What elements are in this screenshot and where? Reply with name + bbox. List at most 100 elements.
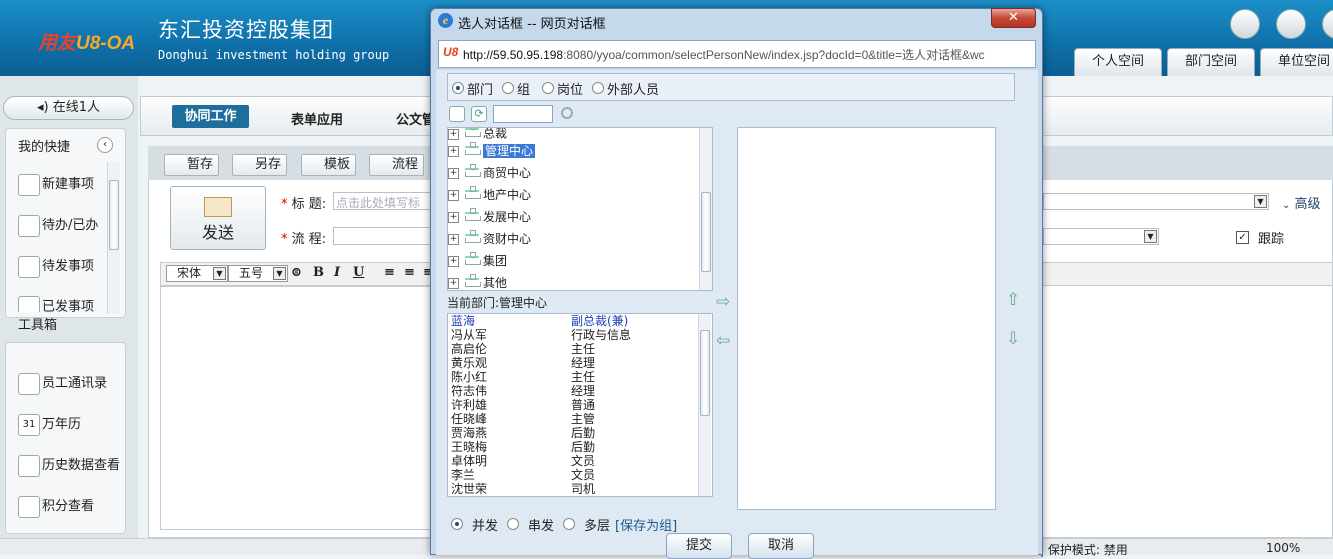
org-chart-icon [465,141,481,158]
nav-form-app[interactable]: 表单应用 [291,109,343,128]
person-scrollbar[interactable] [698,314,711,496]
search-icon[interactable] [561,107,573,119]
chevron-down-icon: ▼ [1254,195,1267,208]
tab-unit-space[interactable]: 单位空间 [1260,48,1333,76]
italic-button[interactable]: I [334,265,340,280]
selected-list[interactable] [737,127,996,510]
tool-history[interactable]: 历史数据查看 [18,454,120,478]
editor-body[interactable] [160,286,432,530]
tool-points[interactable]: 积分查看 [18,495,94,519]
expand-icon[interactable]: + [448,190,459,201]
font-family-select[interactable]: 宋体 ▼ [166,265,228,282]
search-input[interactable] [493,105,553,123]
person-role: 文员 [571,468,596,482]
expand-icon[interactable]: + [448,168,459,179]
tree-node[interactable]: + 集团 [448,251,507,271]
underline-button[interactable]: U [353,265,364,280]
person-name: 贾海燕 [451,426,488,440]
process-extra-select[interactable]: ▼ [1043,228,1159,245]
expand-icon[interactable]: + [448,256,459,267]
shortcut-scrollbar[interactable] [107,162,120,314]
tools-icon[interactable] [1276,9,1306,39]
font-size-select[interactable]: 五号 ▼ [228,265,288,282]
tree-node[interactable]: + 总裁 [448,128,507,140]
move-right-icon[interactable]: ⇨ [716,292,730,312]
mode-radio-serial[interactable] [507,518,519,530]
expand-icon[interactable]: + [448,146,459,157]
title-extra-select[interactable]: ▼ [1043,193,1269,210]
type-radio-department[interactable] [452,82,464,94]
org-tree-icon[interactable] [449,106,465,122]
tree-node[interactable]: + 管理中心 [448,141,536,161]
tree-scrollbar[interactable] [699,128,712,290]
align-center-button[interactable]: ≡ [404,265,415,280]
expand-icon[interactable]: + [448,128,459,140]
online-users-button[interactable]: ◂) 在线1人 [3,96,134,120]
person-name: 陈小红 [451,370,488,384]
tree-node-label: 管理中心 [483,144,536,158]
process-button[interactable]: 流程 [369,154,425,176]
org-chart-icon [465,207,481,224]
tool-calendar[interactable]: 31 万年历 [18,413,81,437]
close-button[interactable]: ✕ [991,8,1036,28]
tree-node-label: 资财中心 [483,232,532,246]
mode-label-serial: 串发 [528,519,555,534]
collapse-icon[interactable]: ‹ [97,137,113,153]
expand-icon[interactable]: + [448,212,459,223]
shortcut-sent[interactable]: 已发事项 [18,296,94,312]
cancel-button[interactable]: 取消 [748,533,814,559]
tree-node[interactable]: + 其他 [448,273,507,293]
chevron-down-icon: ▼ [213,267,226,280]
address-url: http://59.50.95.198:8080/yyoa/common/sel… [463,48,985,62]
align-left-button[interactable]: ≡ [384,265,395,280]
style-icon[interactable]: ⊜ [291,265,302,280]
save-draft-button[interactable]: 暂存 [164,154,220,176]
person-role: 后勤 [571,426,596,440]
type-radio-external[interactable] [592,82,604,94]
submit-button[interactable]: 提交 [666,533,732,559]
shortcut-todo[interactable]: 待办/已办 [18,214,98,238]
track-checkbox[interactable]: ✓ [1236,231,1249,244]
type-label-external: 外部人员 [607,83,660,98]
zoom-level[interactable]: 100% [1266,541,1300,555]
tab-personal-space[interactable]: 个人空间 [1074,48,1162,76]
chevron-down-icon: ⌄ [1282,200,1291,211]
expand-icon[interactable]: + [448,234,459,245]
save-as-group-link[interactable]: [保存为组] [615,515,677,534]
tree-node[interactable]: + 发展中心 [448,207,531,227]
person-role: 行政与信息 [571,328,632,342]
type-radio-group[interactable] [502,82,514,94]
move-left-icon[interactable]: ⇦ [716,331,730,351]
person-role: 主任 [571,370,596,384]
tool-contacts[interactable]: 员工通讯录 [18,372,107,396]
refresh-tree-icon[interactable]: ⟳ [471,106,487,122]
doc-arrow-icon [18,255,40,278]
send-button[interactable]: 发送 [170,186,266,250]
move-down-icon[interactable]: ⇩ [1006,329,1020,349]
title-input[interactable]: 点击此处填写标 [333,192,433,210]
template-button[interactable]: 模板 [301,154,357,176]
process-input[interactable] [333,227,433,245]
person-name: 黄乐观 [451,356,488,370]
type-radio-post[interactable] [542,82,554,94]
move-up-icon[interactable]: ⇧ [1006,290,1020,310]
tree-node[interactable]: + 资财中心 [448,229,531,249]
expand-icon[interactable]: + [448,278,459,289]
mode-radio-concurrent[interactable] [451,518,463,530]
nav-collaboration[interactable]: 协同工作 [172,105,249,128]
shortcut-pending[interactable]: 待发事项 [18,255,94,279]
shortcut-new-item[interactable]: 新建事项 [18,173,94,197]
title-label: * 标 题: [281,197,327,212]
points-icon [18,495,40,518]
tree-node[interactable]: + 商贸中心 [448,163,531,183]
mode-radio-multilevel[interactable] [563,518,575,530]
advanced-link[interactable]: ⌄ 高级 [1282,193,1321,212]
tree-node[interactable]: + 地产中心 [448,185,531,205]
mode-label-concurrent: 并发 [472,519,499,534]
person-role: 副总裁(兼) [571,314,629,328]
save-as-button[interactable]: 另存 [232,154,288,176]
bold-button[interactable]: B [313,265,324,280]
app-logo: 用友U8-OA [38,33,136,54]
tab-department-space[interactable]: 部门空间 [1167,48,1255,76]
refresh-icon[interactable] [1230,9,1260,39]
